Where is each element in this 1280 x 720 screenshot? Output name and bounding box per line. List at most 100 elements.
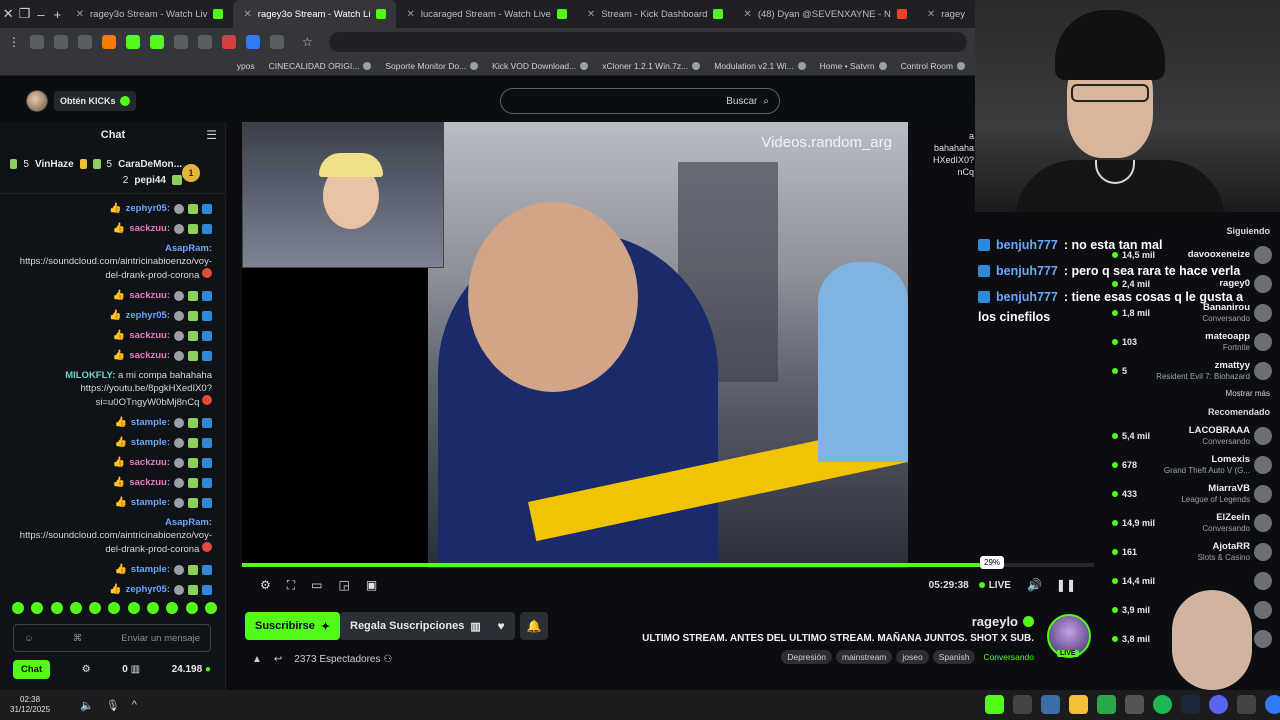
browser-tab[interactable]: ✕ lucaraged Stream - Watch Live: [396, 0, 576, 28]
get-kicks-button[interactable]: Obtén KICKs: [54, 91, 136, 111]
browser-tab[interactable]: ✕ Stream - Kick Dashboard: [577, 0, 734, 28]
maximize-window-icon[interactable]: ❐: [16, 6, 32, 22]
app-icon[interactable]: [1237, 695, 1256, 714]
extension-icon[interactable]: [150, 35, 164, 49]
channel-list-item[interactable]: 103 mateoapp Fortnite: [1112, 327, 1272, 356]
clip-icon[interactable]: ▣: [366, 578, 377, 592]
volume-icon[interactable]: 🔈: [80, 699, 94, 712]
volume-icon[interactable]: 🔊: [1027, 578, 1042, 592]
chat-username[interactable]: MILOKFLY:: [65, 370, 115, 381]
taskbar-clock[interactable]: 02:38 31/12/2025: [10, 695, 50, 715]
bookmark-item[interactable]: Soporte Monitor Do...: [385, 61, 479, 71]
channel-list-item[interactable]: 5 zmattyy Resident Evil 7: Biohazard: [1112, 356, 1272, 385]
chat-username[interactable]: stample:: [131, 416, 170, 429]
spotify-icon[interactable]: [1153, 695, 1172, 714]
chat-message-input[interactable]: ☺ ⌘ Enviar un mensaje: [13, 624, 211, 652]
menu-dots-icon[interactable]: ⋮: [8, 35, 20, 49]
fullscreen-icon[interactable]: ⛶: [287, 578, 295, 593]
emote-icon[interactable]: [69, 602, 82, 614]
emote-icon[interactable]: [204, 602, 217, 614]
theater-mode-icon[interactable]: ▭: [311, 578, 322, 592]
show-more-link[interactable]: Mostrar más: [1112, 385, 1272, 403]
search-input[interactable]: Buscar ⌕: [500, 88, 780, 114]
close-tab-icon[interactable]: ✕: [587, 9, 595, 20]
emote-icon[interactable]: [31, 602, 44, 614]
tag-chip[interactable]: mainstream: [835, 650, 893, 664]
bookmark-item[interactable]: CINECALIDAD ORIGI...: [269, 61, 372, 71]
chat-username[interactable]: AsapRam:: [165, 517, 212, 528]
steam-icon[interactable]: [1181, 695, 1200, 714]
channel-name[interactable]: rageylo: [972, 614, 1034, 629]
minimize-window-icon[interactable]: –: [33, 7, 49, 22]
video-player[interactable]: Videos.random_arg: [242, 122, 908, 568]
kick-app-icon[interactable]: [985, 695, 1004, 714]
emote-icon[interactable]: [12, 602, 24, 614]
close-tab-icon[interactable]: ✕: [243, 9, 251, 20]
category-link[interactable]: Conversando: [983, 652, 1034, 662]
share-icon[interactable]: ↩: [274, 654, 282, 665]
extension-icon[interactable]: [174, 35, 188, 49]
channel-list-item[interactable]: 433 MiarraVB League of Legends: [1112, 479, 1272, 508]
chat-username[interactable]: sackzuu:: [129, 289, 170, 302]
chat-username[interactable]: zephyr05:: [126, 202, 170, 215]
command-icon[interactable]: ⌘: [73, 633, 83, 644]
channel-list-item[interactable]: 5,4 mil LACOBRAAA Conversando: [1112, 421, 1272, 450]
chat-username[interactable]: zephyr05:: [126, 309, 170, 322]
extension-icon[interactable]: [246, 35, 260, 49]
chat-username[interactable]: sackzuu:: [129, 329, 170, 342]
tag-chip[interactable]: Spanish: [932, 650, 976, 664]
notifications-button[interactable]: 🔔: [520, 612, 548, 640]
close-window-icon[interactable]: ✕: [0, 6, 16, 22]
browser-tab[interactable]: ✕ (48) Dyan @SEVENXAYNE - N: [733, 0, 916, 28]
emote-icon[interactable]: [147, 602, 160, 614]
video-progress-bar[interactable]: [242, 563, 1094, 567]
chat-menu-icon[interactable]: ☰: [206, 128, 217, 142]
bookmark-item[interactable]: Home • Satvrn: [820, 61, 887, 71]
gift-subs-button[interactable]: Regala Suscripciones ▥: [340, 612, 491, 640]
chat-username[interactable]: stample:: [131, 436, 170, 449]
warning-icon[interactable]: ▲: [252, 654, 262, 665]
close-tab-icon[interactable]: ✕: [406, 9, 414, 20]
chat-username[interactable]: stample:: [131, 563, 170, 576]
reading-list-icon[interactable]: [54, 35, 68, 49]
chat-username[interactable]: AsapRam:: [165, 243, 212, 254]
browser-tab[interactable]: ✕ ragey: [917, 0, 975, 28]
discord-icon[interactable]: [1209, 695, 1228, 714]
close-tab-icon[interactable]: ✕: [76, 9, 84, 20]
bookmark-item[interactable]: Control Room: [901, 61, 965, 71]
extension-icon[interactable]: [126, 35, 140, 49]
avatar-icon[interactable]: [30, 35, 44, 49]
emote-icon[interactable]: [127, 602, 140, 614]
tag-chip[interactable]: Depresión: [781, 650, 832, 664]
extension-icon[interactable]: [198, 35, 212, 49]
subscribe-button[interactable]: Suscribirse ✦: [245, 612, 341, 640]
close-tab-icon[interactable]: ✕: [927, 9, 935, 20]
file-explorer-icon[interactable]: [1069, 695, 1088, 714]
app-icon[interactable]: [1013, 695, 1032, 714]
channel-list-item[interactable]: 161 AjotaRR Slots & Casino: [1112, 537, 1272, 566]
address-bar[interactable]: [328, 32, 967, 52]
emote-icon[interactable]: [89, 602, 102, 614]
bookmark-star-icon[interactable]: ☆: [302, 35, 313, 49]
chat-username[interactable]: sackzuu:: [129, 222, 170, 235]
mic-icon[interactable]: 🎙: [106, 699, 120, 712]
extension-icon[interactable]: [102, 35, 116, 49]
emote-icon[interactable]: [50, 602, 63, 614]
bookmark-item[interactable]: Kick VOD Download...: [492, 61, 589, 71]
chat-username[interactable]: sackzuu:: [129, 349, 170, 362]
new-tab-icon[interactable]: +: [49, 7, 65, 22]
channel-points[interactable]: 24.198 ●: [172, 664, 211, 675]
extension-icon[interactable]: [78, 35, 92, 49]
channel-list-item[interactable]: 14,4 mil: [1112, 566, 1272, 595]
emote-icon[interactable]: [166, 602, 179, 614]
browser-tab[interactable]: ✕ ragey3o Stream - Watch Liv: [66, 0, 234, 28]
bookmark-item[interactable]: Modulation v2.1 Wi...: [714, 61, 806, 71]
chat-username[interactable]: sackzuu:: [129, 456, 170, 469]
app-icon[interactable]: [1125, 695, 1144, 714]
xbox-icon[interactable]: [1097, 695, 1116, 714]
tag-chip[interactable]: joseo: [896, 650, 929, 664]
user-avatar[interactable]: [26, 90, 48, 112]
chat-username[interactable]: zephyr05:: [126, 583, 170, 596]
follow-heart-button[interactable]: ♥: [487, 612, 515, 640]
pip-icon[interactable]: ◲: [339, 578, 350, 592]
